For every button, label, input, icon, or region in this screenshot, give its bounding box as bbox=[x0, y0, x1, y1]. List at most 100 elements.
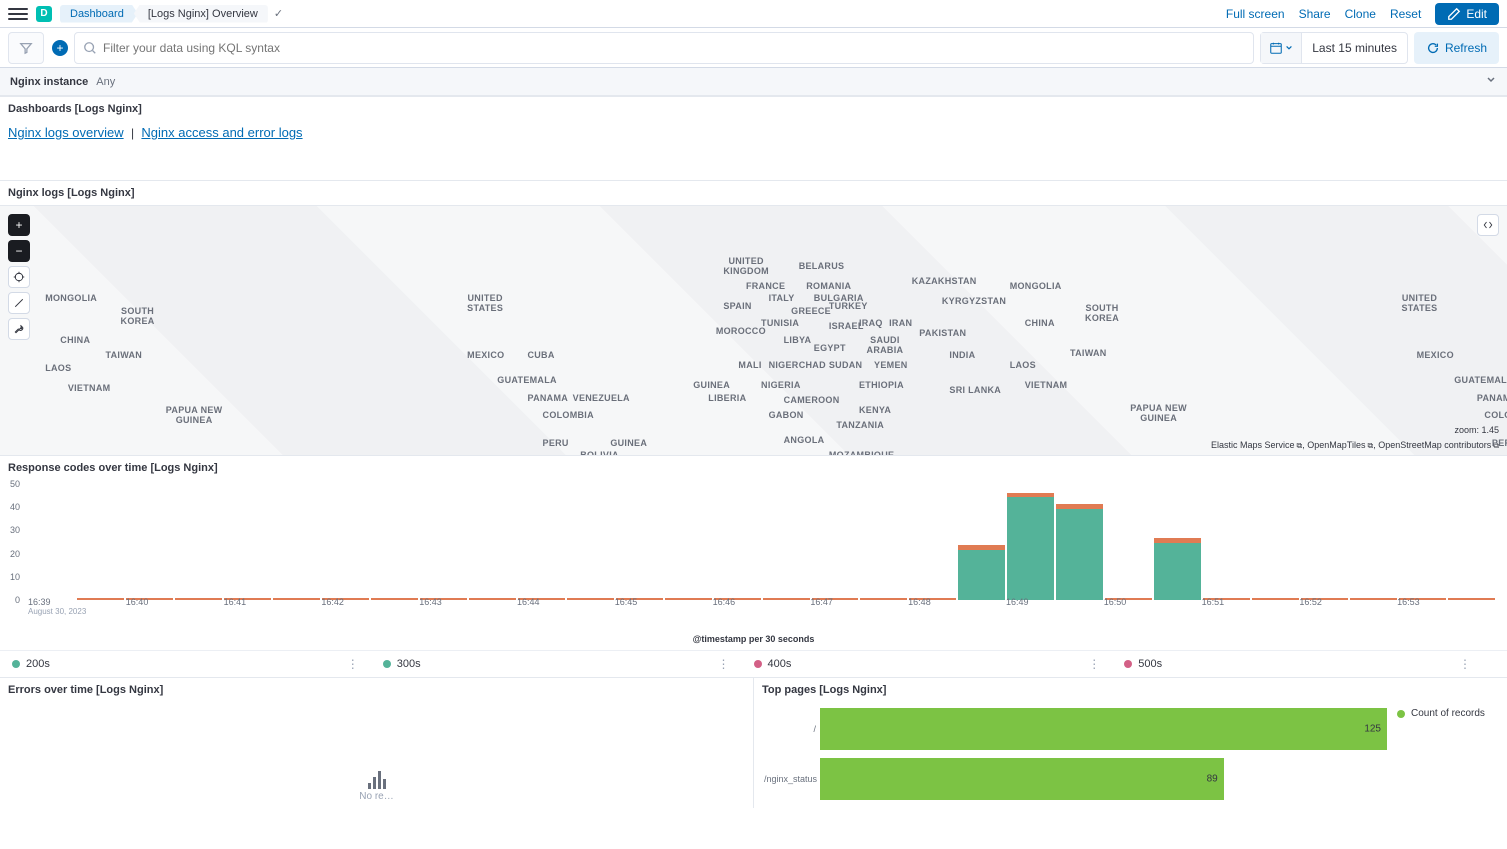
map-country-label: COLOMBIA bbox=[543, 410, 594, 420]
top-pages-row[interactable]: /125 bbox=[764, 708, 1387, 750]
bar-column[interactable] bbox=[1056, 486, 1103, 600]
x-tick: 16:45 bbox=[615, 597, 713, 616]
bar-column[interactable] bbox=[616, 486, 663, 600]
legend-label: 300s bbox=[397, 658, 421, 670]
legend-item[interactable]: 200s bbox=[12, 658, 343, 670]
bar-column[interactable] bbox=[1399, 486, 1446, 600]
empty-chart-icon bbox=[368, 771, 386, 789]
bar-column[interactable] bbox=[567, 486, 614, 600]
bar-column[interactable] bbox=[77, 486, 124, 600]
map-panel[interactable]: + − zoom: 1.45 Elastic Maps Service⧉, Op… bbox=[0, 205, 1507, 455]
bar-column[interactable] bbox=[371, 486, 418, 600]
share-button[interactable]: Share bbox=[1299, 7, 1331, 21]
instance-filter-expand[interactable] bbox=[1485, 74, 1497, 89]
top-pages-row[interactable]: /nginx_status89 bbox=[764, 758, 1387, 800]
time-picker[interactable]: Last 15 minutes bbox=[1260, 32, 1408, 64]
bar-column[interactable] bbox=[322, 486, 369, 600]
map-attr-osm[interactable]: OpenStreetMap contributors⧉ bbox=[1378, 440, 1499, 450]
bar-column[interactable] bbox=[28, 486, 75, 600]
bar-column[interactable] bbox=[518, 486, 565, 600]
kql-search[interactable] bbox=[74, 32, 1254, 64]
x-tick: 16:40 bbox=[126, 597, 224, 616]
bar-column[interactable] bbox=[469, 486, 516, 600]
bar-column[interactable] bbox=[714, 486, 761, 600]
map-layers[interactable] bbox=[8, 318, 30, 340]
map-country-label: COLOMBI bbox=[1484, 410, 1507, 420]
legend-item[interactable]: 500s bbox=[1124, 658, 1455, 670]
map-country-label: CUBA bbox=[527, 350, 554, 360]
bar-column[interactable] bbox=[909, 486, 956, 600]
bar-column[interactable] bbox=[665, 486, 712, 600]
map-country-label: GUATEMALA bbox=[497, 375, 557, 385]
bar-column[interactable] bbox=[1252, 486, 1299, 600]
map-country-label: PERU bbox=[543, 438, 569, 448]
map-country-label: VENEZUELA bbox=[573, 393, 630, 403]
legend-item[interactable]: 400s bbox=[754, 658, 1085, 670]
instance-filter-value[interactable]: Any bbox=[96, 76, 115, 88]
bar-column[interactable] bbox=[273, 486, 320, 600]
bar-column[interactable] bbox=[126, 486, 173, 600]
bar-column[interactable] bbox=[1007, 486, 1054, 600]
clone-button[interactable]: Clone bbox=[1345, 7, 1376, 21]
add-filter-button[interactable]: + bbox=[52, 40, 68, 56]
kql-search-input[interactable] bbox=[103, 41, 1245, 55]
map-zoom-in[interactable]: + bbox=[8, 214, 30, 236]
refresh-button[interactable]: Refresh bbox=[1414, 32, 1499, 64]
link-nginx-overview[interactable]: Nginx logs overview bbox=[8, 125, 124, 140]
top-pages-bar-value: 125 bbox=[1364, 724, 1381, 735]
time-picker-quick[interactable] bbox=[1261, 33, 1302, 63]
x-tick: 16:53 bbox=[1397, 597, 1495, 616]
bar-column[interactable] bbox=[1203, 486, 1250, 600]
space-avatar[interactable]: D bbox=[36, 6, 52, 22]
instance-filter-label: Nginx instance bbox=[10, 76, 88, 88]
top-pages-bar: 125 bbox=[820, 708, 1387, 750]
fullscreen-button[interactable]: Full screen bbox=[1226, 7, 1285, 21]
y-tick: 40 bbox=[10, 502, 20, 512]
bar-column[interactable] bbox=[1350, 486, 1397, 600]
map-country-label: FRANCE bbox=[746, 281, 785, 291]
map-country-label: MOZAMBIQUE bbox=[829, 450, 895, 455]
bar-column[interactable] bbox=[224, 486, 271, 600]
legend-item-menu[interactable]: ⋮ bbox=[1455, 657, 1475, 671]
map-country-label: KENYA bbox=[859, 405, 891, 415]
bar-column[interactable] bbox=[1301, 486, 1348, 600]
map-attr-ems[interactable]: Elastic Maps Service⧉ bbox=[1211, 440, 1302, 450]
bar-column[interactable] bbox=[860, 486, 907, 600]
map-tools[interactable] bbox=[8, 292, 30, 314]
map-attr-omt[interactable]: OpenMapTiles⧉ bbox=[1307, 440, 1373, 450]
map-country-label: TAIWAN bbox=[1070, 348, 1107, 358]
filter-toggle[interactable] bbox=[8, 32, 44, 64]
map-zoom-out[interactable]: − bbox=[8, 240, 30, 262]
calendar-icon bbox=[1269, 41, 1283, 55]
bar-column[interactable] bbox=[1448, 486, 1495, 600]
link-nginx-access-error[interactable]: Nginx access and error logs bbox=[141, 125, 302, 140]
top-pages-legend-item[interactable]: Count of records bbox=[1397, 708, 1497, 719]
bar-column[interactable] bbox=[958, 486, 1005, 600]
bar-column[interactable] bbox=[420, 486, 467, 600]
bar-column[interactable] bbox=[1105, 486, 1152, 600]
time-range-label[interactable]: Last 15 minutes bbox=[1302, 41, 1407, 55]
bar-column[interactable] bbox=[763, 486, 810, 600]
map-fit-bounds[interactable] bbox=[8, 266, 30, 288]
map-country-label: VIETNAM bbox=[1025, 380, 1068, 390]
edit-button[interactable]: Edit bbox=[1435, 3, 1499, 25]
legend-item-menu[interactable]: ⋮ bbox=[343, 657, 363, 671]
legend-item-menu[interactable]: ⋮ bbox=[714, 657, 734, 671]
legend-item-menu[interactable]: ⋮ bbox=[1084, 657, 1104, 671]
map-country-label: ETHIOPIA bbox=[859, 380, 904, 390]
top-pages-chart[interactable]: /125/nginx_status89 bbox=[764, 708, 1387, 808]
bar-column[interactable] bbox=[175, 486, 222, 600]
nav-menu-button[interactable] bbox=[8, 4, 28, 24]
map-country-label: PANAMA bbox=[1477, 393, 1507, 403]
chevron-down-icon bbox=[1285, 44, 1293, 52]
map-country-label: SAUDI ARABIA bbox=[867, 335, 904, 355]
map-legend-toggle[interactable] bbox=[1477, 214, 1499, 236]
legend-item[interactable]: 300s bbox=[383, 658, 714, 670]
map-country-label: GREECE bbox=[791, 306, 831, 316]
bar-column[interactable] bbox=[812, 486, 859, 600]
reset-button[interactable]: Reset bbox=[1390, 7, 1421, 21]
breadcrumb-dashboard[interactable]: Dashboard bbox=[60, 5, 138, 23]
response-codes-chart[interactable]: 01020304050 16:39August 30, 202316:4016:… bbox=[0, 480, 1507, 630]
bar-column[interactable] bbox=[1154, 486, 1201, 600]
map-country-label: SPAIN bbox=[723, 301, 751, 311]
